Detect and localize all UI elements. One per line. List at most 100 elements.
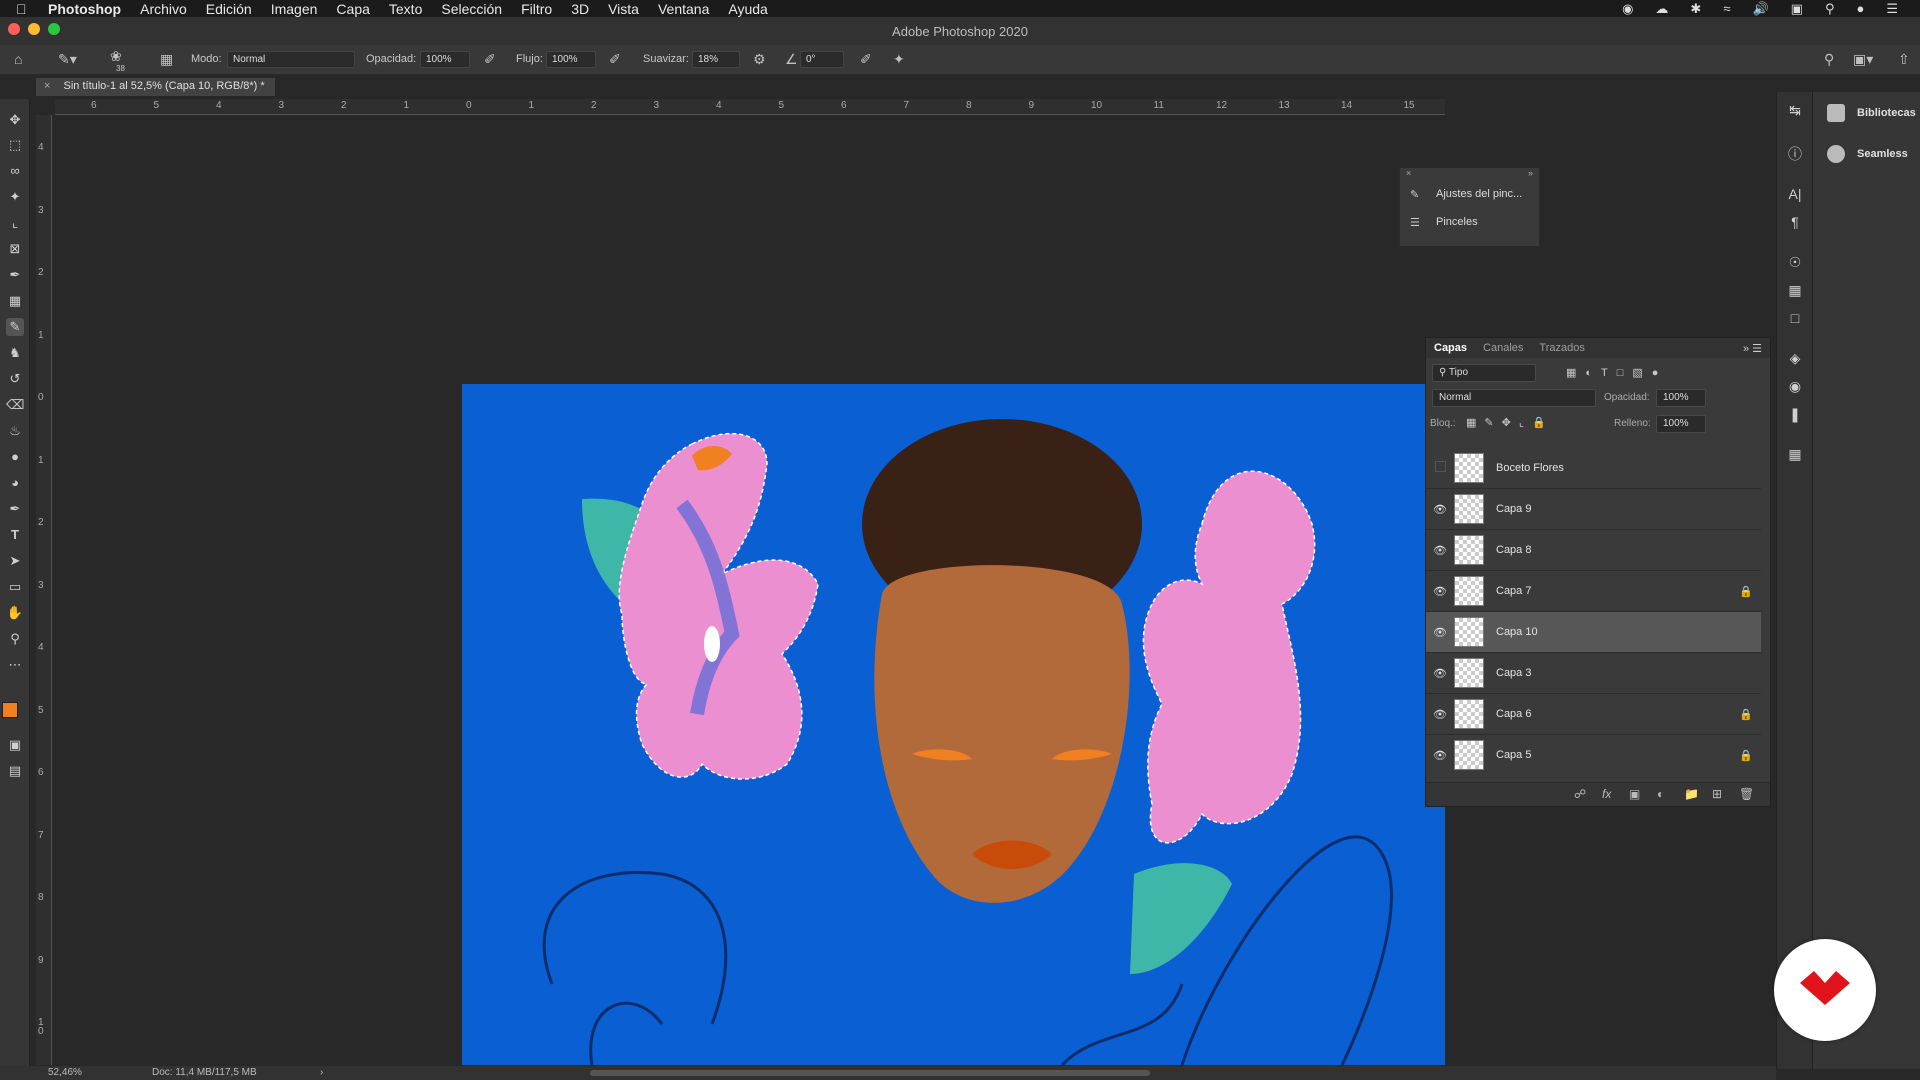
pressure-opacity-icon[interactable]: ✐ xyxy=(484,51,496,68)
marquee-tool-icon[interactable]: ⬚ xyxy=(6,136,24,154)
layer-filter-icons[interactable]: ▦◐T□▧● xyxy=(1566,366,1667,379)
pen-tool-icon[interactable]: ✒ xyxy=(6,500,24,518)
layer-row[interactable]: 👁 Capa 8 xyxy=(1426,530,1761,571)
lock-icons[interactable]: ▦✎✥⌞🔒 xyxy=(1466,416,1554,429)
visibility-eye-icon[interactable]: 👁 xyxy=(1426,708,1454,721)
smoothing-gear-icon[interactable]: ⚙ xyxy=(753,51,766,68)
layer-row[interactable]: 👁 Capa 7 🔒 xyxy=(1426,571,1761,612)
layer-row[interactable]: 👁 Capa 3 xyxy=(1426,653,1761,694)
pressure-size-icon[interactable]: ✐ xyxy=(860,51,872,68)
quick-mask-icon[interactable]: ▣ xyxy=(6,736,24,754)
visibility-eye-icon[interactable]: 👁 xyxy=(1426,544,1454,557)
eyedropper-tool-icon[interactable]: ✒ xyxy=(6,266,24,284)
visibility-eye-icon[interactable]: 👁 xyxy=(1426,585,1454,598)
airbrush-icon[interactable]: ✐ xyxy=(609,51,621,68)
menu-filtro[interactable]: Filtro xyxy=(521,1,552,17)
blur-tool-icon[interactable]: ● xyxy=(6,448,24,466)
record-icon[interactable]: ◉ xyxy=(1622,1,1633,17)
menu-capa[interactable]: Capa xyxy=(336,1,369,17)
zoom-tool-icon[interactable]: ⚲ xyxy=(6,630,24,648)
menu-ventana[interactable]: Ventana xyxy=(658,1,709,17)
gradient-panel-icon[interactable]: □ xyxy=(1786,310,1804,328)
layer-thumbnail[interactable] xyxy=(1454,494,1484,524)
paint-bucket-tool-icon[interactable]: ♨ xyxy=(6,422,24,440)
siri-icon[interactable]: ● xyxy=(1856,1,1864,16)
menu-edicion[interactable]: Edición xyxy=(206,1,252,17)
menu-archivo[interactable]: Archivo xyxy=(140,1,187,17)
layer-name[interactable]: Capa 10 xyxy=(1496,626,1731,638)
layer-name[interactable]: Capa 8 xyxy=(1496,544,1731,556)
layer-row[interactable]: 👁 Capa 10 xyxy=(1426,612,1761,653)
bluetooth-icon[interactable]: ✱ xyxy=(1690,1,1701,17)
character-panel-icon[interactable]: A| xyxy=(1786,186,1804,204)
layer-row[interactable]: 👁 Capa 6 🔒 xyxy=(1426,694,1761,735)
layer-name[interactable]: Capa 7 xyxy=(1496,585,1731,597)
workspace-icon[interactable]: ▣▾ xyxy=(1853,51,1873,68)
layer-opacity-input[interactable]: 100% xyxy=(1656,389,1706,407)
layer-filter-select[interactable]: ⚲ Tipo xyxy=(1432,364,1536,382)
menu-ayuda[interactable]: Ayuda xyxy=(728,1,767,17)
clone-stamp-tool-icon[interactable]: ♞ xyxy=(6,344,24,362)
link-layers-icon[interactable]: ☍ xyxy=(1574,787,1586,801)
layer-thumbnail[interactable] xyxy=(1454,740,1484,770)
share-icon[interactable]: ⇧ xyxy=(1898,51,1910,68)
add-mask-icon[interactable]: ▣ xyxy=(1629,787,1640,801)
modo-select[interactable]: Normal xyxy=(227,51,355,68)
menu-imagen[interactable]: Imagen xyxy=(271,1,318,17)
control-center-icon[interactable]: ☰ xyxy=(1886,1,1898,17)
layer-name[interactable]: Capa 3 xyxy=(1496,667,1731,679)
canvas-workspace[interactable] xyxy=(53,116,1445,1065)
menu-vista[interactable]: Vista xyxy=(608,1,639,17)
layer-thumbnail[interactable] xyxy=(1454,658,1484,688)
paths-panel-icon[interactable]: ❚ xyxy=(1786,406,1804,424)
eraser-tool-icon[interactable]: ⌫ xyxy=(6,396,24,414)
layer-row[interactable]: Boceto Flores xyxy=(1426,448,1761,489)
visibility-eye-icon[interactable]: 👁 xyxy=(1426,626,1454,639)
brush-preset-picker-icon[interactable]: ❀ xyxy=(110,48,122,65)
menu-seleccion[interactable]: Selección xyxy=(441,1,502,17)
history-panel-icon[interactable]: ↹ xyxy=(1786,102,1804,120)
healing-brush-tool-icon[interactable]: ▦ xyxy=(6,292,24,310)
apple-icon[interactable]:  xyxy=(16,1,34,17)
layer-thumbnail[interactable] xyxy=(1454,699,1484,729)
home-icon[interactable]: ⌂ xyxy=(14,51,22,67)
screen-mode-icon[interactable]: ▤ xyxy=(6,762,24,780)
fill-input[interactable]: 100% xyxy=(1656,415,1706,433)
symmetry-icon[interactable]: ✦ xyxy=(893,51,905,68)
channels-panel-icon[interactable]: ◉ xyxy=(1786,378,1804,396)
tab-trazados[interactable]: Trazados xyxy=(1531,342,1592,354)
creative-cloud-icon[interactable]: ☁ xyxy=(1655,1,1668,17)
path-selection-tool-icon[interactable]: ➤ xyxy=(6,552,24,570)
history-brush-tool-icon[interactable]: ↺ xyxy=(6,370,24,388)
layers-panel-icon[interactable]: ◈ xyxy=(1786,350,1804,368)
delete-layer-icon[interactable]: 🗑 xyxy=(1739,787,1754,801)
wifi-icon[interactable]: ≈ xyxy=(1723,1,1730,16)
visibility-eye-icon[interactable]: 👁 xyxy=(1426,667,1454,680)
layer-thumbnail[interactable] xyxy=(1454,535,1484,565)
color-panel-icon[interactable]: ☉ xyxy=(1786,254,1804,272)
panel-menu-icon[interactable]: » ☰ xyxy=(1735,342,1770,355)
document-tab[interactable]: × Sin título-1 al 52,5% (Capa 10, RGB/8*… xyxy=(36,78,275,96)
layer-thumbnail[interactable] xyxy=(1454,576,1484,606)
more-tools-icon[interactable]: ⋯ xyxy=(6,656,24,674)
paragraph-panel-icon[interactable]: ¶ xyxy=(1786,214,1804,232)
status-chevron-icon[interactable]: › xyxy=(320,1067,323,1078)
spotlight-search-icon[interactable]: ⚲ xyxy=(1825,1,1835,17)
foreground-color-swatch[interactable] xyxy=(2,702,18,718)
info-panel-icon[interactable]: ⓘ xyxy=(1786,144,1804,162)
volume-icon[interactable]: 🔊 xyxy=(1752,1,1768,17)
brush-settings-panel-icon[interactable]: ▦ xyxy=(160,51,173,68)
visibility-off-icon[interactable] xyxy=(1426,461,1454,475)
lasso-tool-icon[interactable]: ∞ xyxy=(6,162,24,180)
brush-settings-item[interactable]: ✎ Ajustes del pinc... xyxy=(1400,180,1539,208)
crop-tool-icon[interactable]: ⌞ xyxy=(6,214,24,232)
layer-row[interactable]: 👁 Capa 5 🔒 xyxy=(1426,735,1761,774)
search-icon[interactable]: ⚲ xyxy=(1824,51,1834,68)
type-tool-icon[interactable]: T xyxy=(6,526,24,544)
close-panel-icon[interactable]: × xyxy=(1406,168,1411,180)
layer-thumbnail[interactable] xyxy=(1454,453,1484,483)
menu-texto[interactable]: Texto xyxy=(389,1,422,17)
menu-3d[interactable]: 3D xyxy=(571,1,589,17)
menu-photoshop[interactable]: Photoshop xyxy=(48,1,121,17)
properties-panel-icon[interactable]: ▦ xyxy=(1786,446,1804,464)
